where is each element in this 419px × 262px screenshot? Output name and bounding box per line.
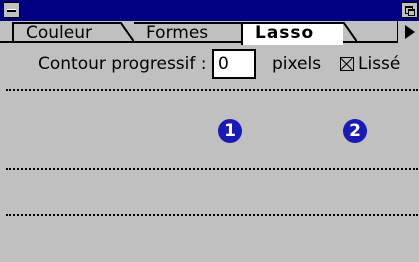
tab-couleur-label: Couleur [26,23,92,43]
dotted-divider [6,89,418,91]
dotted-divider [6,214,418,216]
tab-edge [120,22,134,43]
tab-couleur[interactable]: Couleur [12,22,120,43]
callout-badge-2: 2 [343,119,367,143]
callout-badge-1: 1 [218,119,242,143]
smooth-label[interactable]: Lissé [358,54,400,74]
feather-label: Contour progressif : [38,54,207,74]
tab-scroll-right-arrow-icon[interactable] [397,21,419,43]
smooth-checkbox[interactable] [340,57,354,71]
tab-formes-label: Formes [146,23,209,43]
title-bar[interactable] [0,0,419,21]
dotted-divider [6,168,418,170]
options-panel: Contour progressif : pixels Lissé 1 2 [0,43,419,262]
close-box-icon[interactable] [3,2,20,18]
tab-lasso-label: Lasso [255,23,315,43]
zoom-box-icon[interactable] [401,2,418,18]
tab-formes[interactable]: Formes [134,22,240,43]
feather-unit-label: pixels [272,54,322,74]
feather-input[interactable] [212,49,256,79]
lasso-options-palette: Couleur Formes Lasso Contour progressif … [0,0,419,262]
tab-lasso[interactable]: Lasso [241,22,343,45]
feather-row: Contour progressif : pixels Lissé [0,43,419,89]
tab-edge [343,22,357,43]
tab-bar: Couleur Formes Lasso [0,21,419,45]
